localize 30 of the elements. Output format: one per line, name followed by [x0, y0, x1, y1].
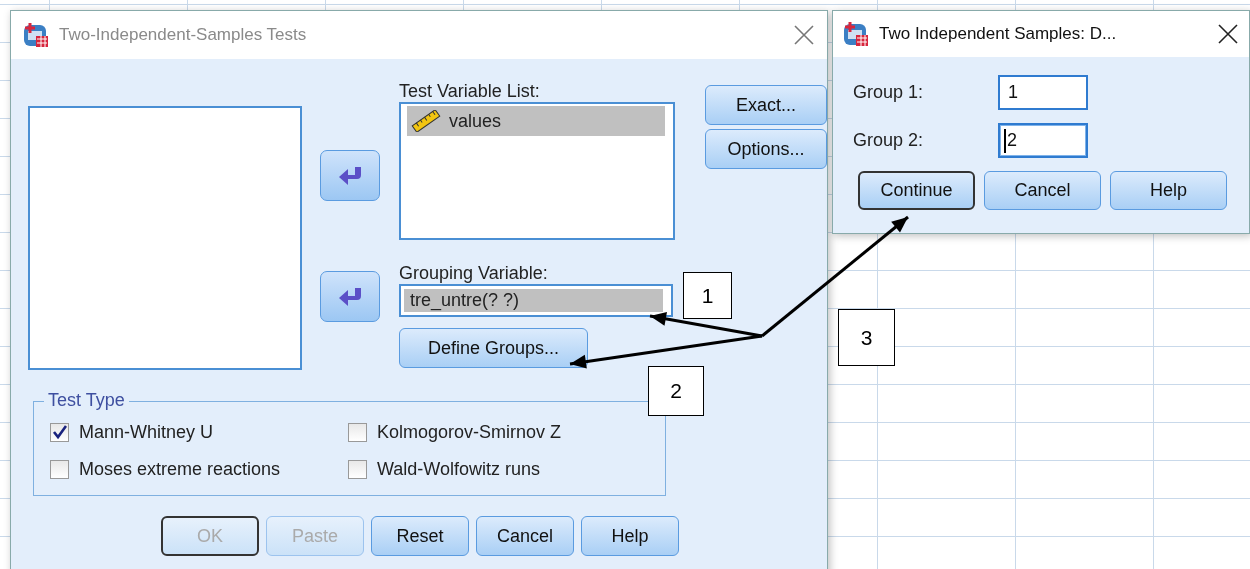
arrow-icon	[337, 164, 363, 187]
dialog-button[interactable]: Help	[1110, 171, 1227, 210]
app-icon	[23, 22, 49, 48]
input-field[interactable]: 1	[998, 75, 1088, 110]
arrow-icon	[337, 285, 363, 308]
checkbox[interactable]	[348, 423, 367, 442]
checkbox-label: Wald-Wolfowitz runs	[377, 459, 541, 480]
check-icon	[52, 425, 67, 440]
callout-label: 3	[838, 309, 895, 366]
close-icon[interactable]	[1217, 23, 1239, 45]
checkbox[interactable]	[50, 460, 69, 479]
checkbox-label: Moses extreme reactions	[79, 459, 281, 480]
group-title: Test Type	[44, 390, 129, 411]
field-label: Group 1:	[853, 82, 925, 103]
checkbox-label: Mann-Whitney U	[79, 422, 214, 443]
app-icon	[843, 21, 869, 47]
field-label: Group 2:	[853, 130, 925, 151]
callout-label: 2	[648, 366, 704, 416]
callout-label: 1	[683, 272, 732, 319]
dialog-button[interactable]: Continue	[858, 171, 975, 210]
window-title: Two-Independent-Samples Tests	[59, 25, 308, 45]
checkbox-label: Kolmogorov-Smirnov Z	[377, 422, 562, 443]
checkbox[interactable]	[50, 423, 69, 442]
field-label: Grouping Variable:	[399, 263, 549, 284]
field-label: Test Variable List:	[399, 81, 541, 102]
text-cursor	[1004, 128, 1006, 153]
window-title: Two Independent Samples: D...	[879, 24, 1118, 44]
checkbox[interactable]	[348, 460, 367, 479]
input-field[interactable]: 2	[998, 123, 1088, 158]
dialog-button[interactable]: Cancel	[984, 171, 1101, 210]
